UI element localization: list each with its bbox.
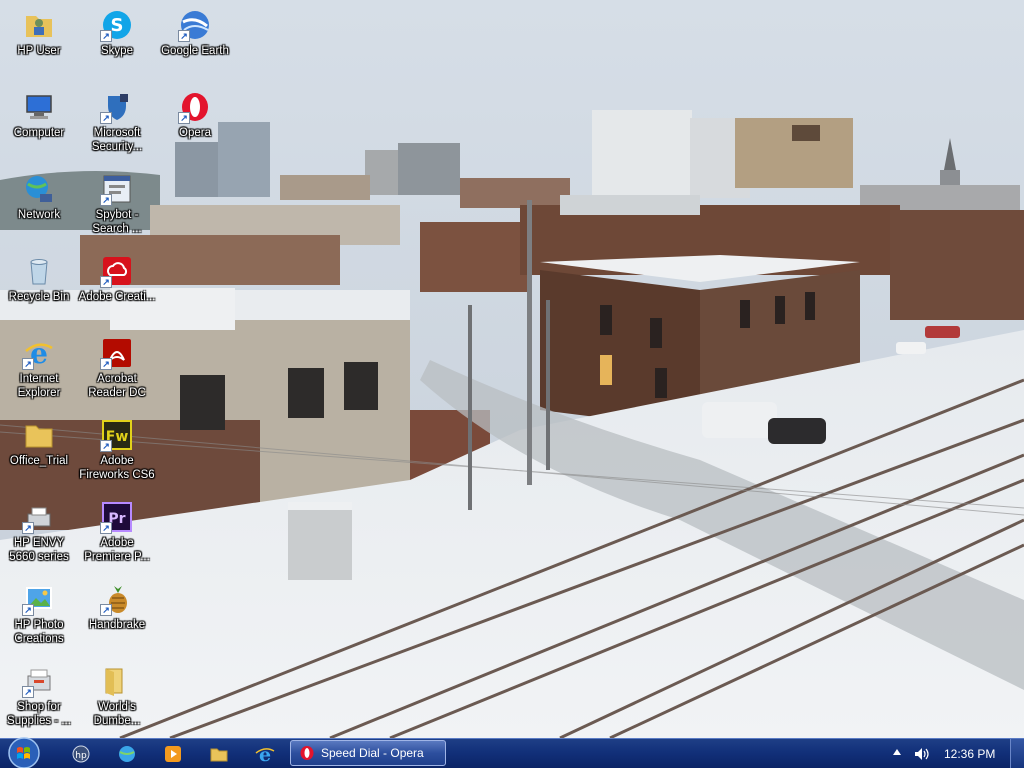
speaker-icon <box>915 748 929 760</box>
desktop-icon-label: Recycle Bin <box>8 291 70 303</box>
desktop-icon-label: Internet Explorer <box>17 373 61 399</box>
desktop-icon-label: Opera <box>179 127 211 139</box>
shortcut-arrow-icon: ↗ <box>178 30 190 42</box>
desktop-icon-label: Spybot - Search ... <box>92 209 142 235</box>
shortcut-arrow-icon: ↗ <box>100 30 112 42</box>
svg-text:S: S <box>111 15 124 36</box>
desktop-icon-network[interactable]: Network <box>0 168 78 248</box>
desktop-icon-computer[interactable]: Computer <box>0 86 78 166</box>
desktop-icon-skype[interactable]: S ↗ Skype <box>78 4 156 84</box>
desktop-icon-hp-envy-printer[interactable]: ↗ HP ENVY 5660 series <box>0 496 78 576</box>
desktop-icon-adobe-premiere[interactable]: Pr ↗ Adobe Premiere P... <box>78 496 156 576</box>
shortcut-arrow-icon: ↗ <box>100 522 112 534</box>
desktop-icon-adobe-creative-cloud[interactable]: ↗ Adobe Creati... <box>78 250 156 330</box>
svg-text:e: e <box>259 744 271 765</box>
desktop-icon-acrobat-reader[interactable]: ↗ Acrobat Reader DC <box>78 332 156 412</box>
globe-icon <box>119 746 135 762</box>
user-folder-icon <box>26 16 52 37</box>
desktop: HP User S ↗ Skype ↗ Google Earth Computer… <box>0 0 1024 768</box>
folder-icon <box>105 668 123 696</box>
shortcut-arrow-icon: ↗ <box>100 440 112 452</box>
desktop-icon-label: Office_Trial <box>9 455 69 467</box>
quicklaunch-file-explorer[interactable] <box>208 743 230 765</box>
computer-icon <box>26 95 52 119</box>
desktop-icon-label: Google Earth <box>161 45 229 57</box>
volume-icon[interactable] <box>913 746 931 762</box>
desktop-icon-spybot[interactable]: ↗ Spybot - Search ... <box>78 168 156 248</box>
shortcut-arrow-icon: ↗ <box>100 276 112 288</box>
shortcut-arrow-icon: ↗ <box>100 604 112 616</box>
desktop-icon-label: Microsoft Security... <box>91 127 143 153</box>
desktop-icon-worlds-dumbest[interactable]: World's Dumbe... <box>78 660 156 740</box>
desktop-icon-label: Adobe Fireworks CS6 <box>79 455 155 481</box>
shortcut-arrow-icon: ↗ <box>22 686 34 698</box>
desktop-icon-label: HP User <box>17 45 61 57</box>
desktop-icon-handbrake[interactable]: ↗ Handbrake <box>78 578 156 658</box>
quicklaunch-globe[interactable] <box>116 743 138 765</box>
taskbar-clock[interactable]: 12:36 PM <box>944 747 995 761</box>
shortcut-arrow-icon: ↗ <box>22 522 34 534</box>
file-explorer-icon <box>210 748 228 762</box>
network-icon <box>26 176 52 202</box>
desktop-icon-internet-explorer[interactable]: e ↗ Internet Explorer <box>0 332 78 412</box>
show-hidden-icons-button[interactable] <box>893 749 901 755</box>
desktop-icon-grid: HP User S ↗ Skype ↗ Google Earth Computer… <box>0 0 240 736</box>
desktop-icon-label: Network <box>17 209 61 221</box>
shortcut-arrow-icon: ↗ <box>100 194 112 206</box>
taskbar-window-label: Speed Dial - Opera <box>321 746 424 760</box>
hp-support-icon: hp <box>72 745 90 763</box>
desktop-icon-label: Acrobat Reader DC <box>88 373 146 399</box>
shortcut-arrow-icon: ↗ <box>100 112 112 124</box>
opera-icon <box>300 746 314 760</box>
desktop-icon-office-trial[interactable]: Office_Trial <box>0 414 78 494</box>
shortcut-arrow-icon: ↗ <box>22 604 34 616</box>
shortcut-arrow-icon: ↗ <box>22 358 34 370</box>
shortcut-arrow-icon: ↗ <box>100 358 112 370</box>
quicklaunch-media-player[interactable] <box>162 743 184 765</box>
desktop-icon-opera[interactable]: ↗ Opera <box>156 86 234 166</box>
desktop-icon-recycle-bin[interactable]: Recycle Bin <box>0 250 78 330</box>
desktop-icon-microsoft-security[interactable]: ↗ Microsoft Security... <box>78 86 156 166</box>
recycle-bin-icon <box>30 259 48 285</box>
desktop-icon-label: HP ENVY 5660 series <box>9 537 69 563</box>
folder-icon <box>25 425 53 448</box>
desktop-icon-google-earth[interactable]: ↗ Google Earth <box>156 4 234 84</box>
desktop-icon-shop-for-supplies[interactable]: ↗ Shop for Supplies - ... <box>0 660 78 740</box>
taskbar: hp e Speed Dial - Opera 12:36 PM <box>0 736 1024 768</box>
svg-text:hp: hp <box>75 751 87 761</box>
desktop-icon-label: Computer <box>13 127 65 139</box>
desktop-icon-label: Adobe Premiere P... <box>84 537 150 563</box>
desktop-icon-label: Shop for Supplies - ... <box>7 701 71 727</box>
desktop-icon-hp-photo-creations[interactable]: ↗ HP Photo Creations <box>0 578 78 658</box>
desktop-icon-adobe-fireworks[interactable]: Fw ↗ Adobe Fireworks CS6 <box>78 414 156 494</box>
desktop-icon-hp-user[interactable]: HP User <box>0 4 78 84</box>
quicklaunch-internet-explorer[interactable]: e <box>254 743 276 765</box>
media-player-icon <box>165 746 181 762</box>
desktop-icon-label: World's Dumbe... <box>93 701 141 727</box>
taskbar-window-opera[interactable]: Speed Dial - Opera <box>290 740 446 766</box>
desktop-icon-label: Handbrake <box>88 619 146 631</box>
internet-explorer-icon: e <box>255 744 275 765</box>
quicklaunch-hp-support[interactable]: hp <box>70 743 92 765</box>
show-desktop-button[interactable] <box>1010 739 1024 768</box>
desktop-icon-label: Skype <box>101 45 133 57</box>
desktop-icon-label: HP Photo Creations <box>14 619 64 645</box>
start-button[interactable] <box>6 736 42 768</box>
shortcut-arrow-icon: ↗ <box>178 112 190 124</box>
windows-start-icon <box>8 737 40 768</box>
desktop-icon-label: Adobe Creati... <box>78 291 156 303</box>
